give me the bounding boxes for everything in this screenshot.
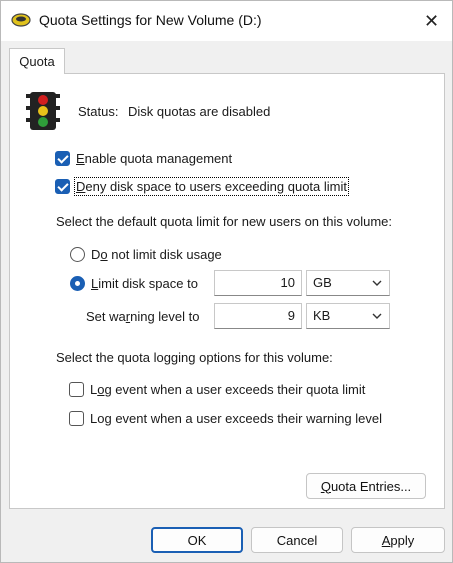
close-icon: ✕ bbox=[423, 10, 440, 31]
log-quota-limit-label[interactable]: Log event when a user exceeds their quot… bbox=[90, 382, 365, 397]
warning-value-input[interactable]: 9 bbox=[214, 303, 302, 329]
deny-disk-space-label[interactable]: Deny disk space to users exceeding quota… bbox=[74, 177, 349, 196]
window-title: Quota Settings for New Volume (D:) bbox=[39, 12, 262, 28]
quota-settings-dialog: Quota Settings for New Volume (D:) ✕ Quo… bbox=[0, 0, 453, 563]
status-label: Status: bbox=[78, 104, 119, 119]
no-limit-label[interactable]: Do not limit disk usage bbox=[91, 247, 222, 262]
drive-icon bbox=[11, 13, 31, 27]
warning-unit-select[interactable]: KB bbox=[306, 303, 390, 329]
warning-level-label: Set warning level to bbox=[86, 309, 200, 324]
ok-button[interactable]: OK bbox=[151, 527, 243, 553]
enable-quota-label[interactable]: Enable quota management bbox=[76, 151, 232, 166]
traffic-light-icon bbox=[26, 88, 60, 137]
title-bar[interactable]: Quota Settings for New Volume (D:) ✕ bbox=[1, 1, 452, 41]
close-button[interactable]: ✕ bbox=[411, 1, 452, 41]
enable-quota-checkbox[interactable] bbox=[55, 151, 70, 166]
limit-unit-select[interactable]: GB bbox=[306, 270, 390, 296]
cancel-button[interactable]: Cancel bbox=[251, 527, 343, 553]
tab-quota-label: Quota bbox=[19, 54, 55, 69]
limit-unit-value: GB bbox=[313, 275, 332, 290]
limit-value-input[interactable]: 10 bbox=[214, 270, 302, 296]
logging-heading: Select the quota logging options for thi… bbox=[56, 350, 333, 365]
warning-unit-value: KB bbox=[313, 308, 331, 323]
quota-tab-panel: Status: Disk quotas are disabled Enable … bbox=[9, 73, 445, 509]
log-quota-limit-checkbox[interactable] bbox=[69, 382, 84, 397]
log-warning-level-label[interactable]: Log event when a user exceeds their warn… bbox=[90, 411, 382, 426]
tab-quota[interactable]: Quota bbox=[9, 48, 65, 74]
no-limit-radio[interactable] bbox=[70, 247, 85, 262]
deny-disk-space-checkbox[interactable] bbox=[55, 179, 70, 194]
limit-disk-space-label[interactable]: Limit disk space to bbox=[91, 276, 198, 291]
limit-disk-space-radio[interactable] bbox=[70, 276, 85, 291]
status-value: Disk quotas are disabled bbox=[128, 104, 271, 119]
chevron-down-icon bbox=[372, 280, 382, 286]
chevron-down-icon bbox=[372, 313, 382, 319]
log-warning-level-checkbox[interactable] bbox=[69, 411, 84, 426]
default-limit-heading: Select the default quota limit for new u… bbox=[56, 214, 393, 229]
apply-button[interactable]: Apply bbox=[351, 527, 445, 553]
quota-entries-button[interactable]: Quota Entries... bbox=[306, 473, 426, 499]
